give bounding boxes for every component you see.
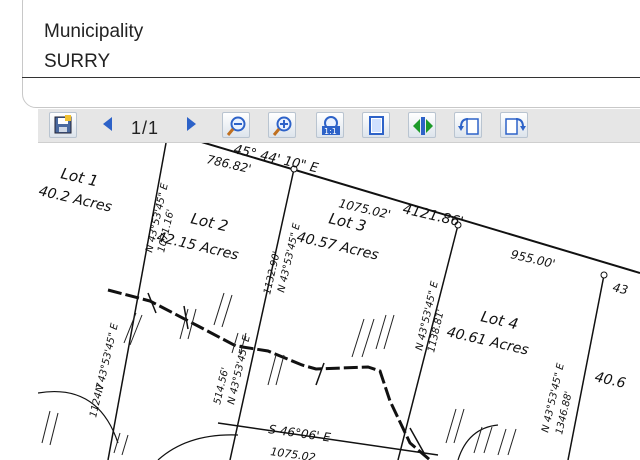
lot4-acres: 40.61 Acres <box>445 324 530 358</box>
rotate-right-button[interactable] <box>500 112 528 138</box>
road-curve <box>157 434 239 460</box>
svg-text:1:1: 1:1 <box>324 127 337 136</box>
lot3-acres: 40.57 Acres <box>295 229 380 263</box>
lot5-acres: 40.6 <box>593 369 627 392</box>
tick-mark <box>409 427 425 454</box>
fit-page-icon <box>369 116 384 135</box>
lot1-name: Lot 1 <box>59 164 100 190</box>
page-indicator: 1/1 <box>131 118 160 138</box>
rotate-left-icon <box>458 118 479 135</box>
zoom-in-icon <box>272 116 292 136</box>
lot4-lot5-divider <box>567 274 605 460</box>
survey-plat-drawing: 45° 44' 10" E 786.82' 1075.02' 4121.86' … <box>38 143 640 460</box>
zoom-in-button[interactable] <box>268 112 296 138</box>
municipality-value: SURRY <box>44 51 111 72</box>
rotate-left-button[interactable] <box>454 112 482 138</box>
actual-size-icon: 1:1 <box>322 116 340 136</box>
top-seg4-distance: 43 <box>611 280 629 297</box>
next-page-button[interactable] <box>178 112 206 138</box>
zoom-out-button[interactable] <box>222 112 250 138</box>
top-seg3-distance: 955.00' <box>509 247 556 271</box>
road-curve <box>457 424 499 460</box>
top-total-distance: 4121.86' <box>401 201 465 230</box>
fit-page-button[interactable] <box>362 112 390 138</box>
municipality-label: Municipality <box>44 21 144 42</box>
lot4-name: Lot 4 <box>479 307 520 333</box>
bottom-line-distance: 1075.02 <box>270 445 317 460</box>
document-viewer[interactable]: 45° 44' 10" E 786.82' 1075.02' 4121.86' … <box>38 143 640 460</box>
lot2-name: Lot 2 <box>189 209 230 235</box>
lot2-lot3-divider <box>229 168 295 460</box>
save-icon <box>54 115 72 134</box>
lot1-acres: 40.2 Acres <box>38 183 113 215</box>
road-curve <box>38 391 119 444</box>
save-button[interactable] <box>49 112 77 138</box>
municipality-card <box>22 0 640 108</box>
left-side-distance: 1124.7 <box>88 381 107 418</box>
rotate-right-icon <box>505 118 526 135</box>
fit-width-button[interactable] <box>408 112 436 138</box>
corner-marker <box>600 271 608 279</box>
previous-page-icon <box>103 117 112 131</box>
next-page-icon <box>187 117 196 131</box>
zoom-out-icon <box>226 116 246 136</box>
fit-width-icon <box>413 117 433 135</box>
tick-mark <box>315 362 325 386</box>
bottom-line-bearing: S 46°06' E <box>268 422 332 445</box>
field-divider <box>22 77 640 78</box>
actual-size-button[interactable]: 1:1 <box>316 112 344 138</box>
previous-page-button[interactable] <box>95 112 123 138</box>
